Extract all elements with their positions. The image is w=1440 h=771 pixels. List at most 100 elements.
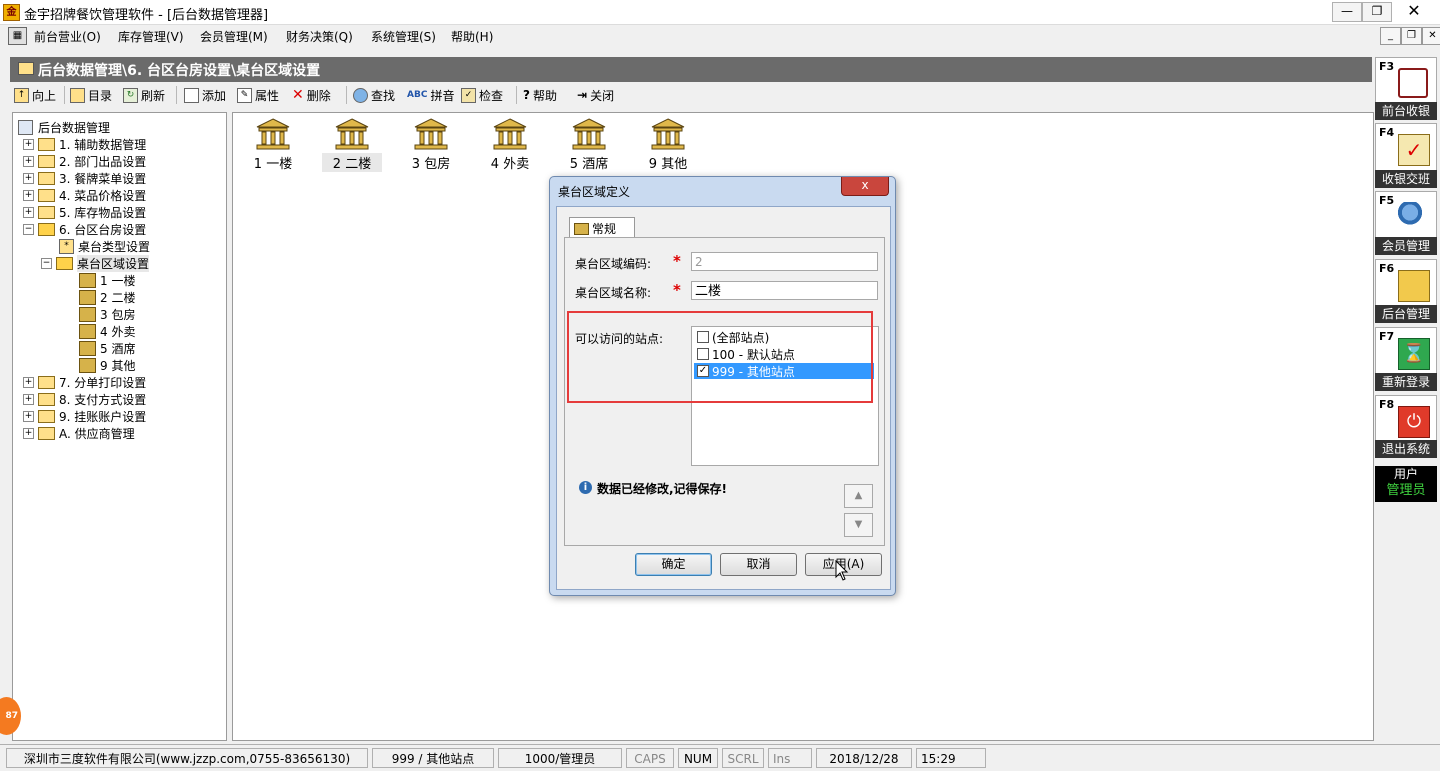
tree-zone-1[interactable]: 1 一楼 — [79, 272, 135, 288]
restore-icon: ❐ — [1407, 30, 1416, 41]
f4-shift-button[interactable]: F4 ✓ — [1375, 123, 1437, 171]
bank-icon — [79, 323, 96, 339]
spellcheck-icon: ABC — [407, 90, 428, 100]
close-icon: x — [861, 178, 869, 192]
tree-item-suppliers[interactable]: + A. 供应商管理 — [23, 425, 135, 441]
zone-item-9[interactable]: 9 其他 — [638, 118, 698, 173]
f7-relogin-button[interactable]: F7 ⌛ — [1375, 327, 1437, 375]
delete-button[interactable]: ✕ 删除 — [292, 86, 331, 104]
help-button[interactable]: ? 帮助 — [523, 86, 557, 104]
restore-button[interactable]: ❐ — [1362, 2, 1392, 22]
expand-icon: + — [23, 172, 34, 184]
zone-label: 9 其他 — [648, 157, 688, 172]
zone-item-4[interactable]: 4 外卖 — [480, 118, 540, 173]
f8-exit-button[interactable]: F8 ⏻ — [1375, 395, 1437, 443]
close-page-button[interactable]: ⇥ 关闭 — [577, 86, 614, 104]
cancel-button[interactable]: 取消 — [720, 553, 797, 576]
tree-item-menu[interactable]: +3. 餐牌菜单设置 — [23, 170, 146, 186]
status-company: 深圳市三度软件有限公司(www.jzzp.com,0755-83656130) — [6, 748, 368, 768]
up-button[interactable]: ↑ 向上 — [14, 86, 56, 104]
tree-zone-9[interactable]: 9 其他 — [79, 357, 135, 373]
bank-icon — [414, 118, 448, 150]
tree-zone-5[interactable]: 5 酒席 — [79, 340, 135, 356]
user-label: 用户 — [1393, 467, 1418, 481]
bank-icon — [256, 118, 290, 150]
key-label: F7 — [1379, 330, 1395, 343]
catalog-button[interactable]: 目录 — [70, 86, 112, 104]
zone-label: 3 包房 — [411, 157, 451, 172]
menu-finance[interactable]: 财务决策(Q) — [286, 28, 353, 45]
menu-help[interactable]: 帮助(H) — [451, 28, 493, 45]
tree-zone-4[interactable]: 4 外卖 — [79, 323, 135, 339]
dialog-close-button[interactable]: x — [841, 177, 889, 196]
tree-zone-3[interactable]: 3 包房 — [79, 306, 135, 322]
bank-icon — [572, 118, 606, 150]
tree-item-print[interactable]: +7. 分单打印设置 — [23, 374, 146, 390]
find-icon — [353, 87, 368, 103]
tree-item-stock[interactable]: +5. 库存物品设置 — [23, 204, 146, 220]
folder-icon — [38, 392, 55, 406]
bank-icon — [651, 118, 685, 150]
tree-label: 5 酒席 — [100, 341, 136, 356]
check-button[interactable]: ✓ 检查 — [461, 86, 503, 104]
tree-item-accounts[interactable]: +9. 挂账账户设置 — [23, 408, 146, 424]
f6-backoffice-button[interactable]: F6 — [1375, 259, 1437, 307]
new-document-icon — [184, 87, 199, 103]
tree-item-payment[interactable]: +8. 支付方式设置 — [23, 391, 146, 407]
move-down-button[interactable]: ▼ — [844, 513, 873, 537]
f5-members-button[interactable]: F5 — [1375, 191, 1437, 239]
add-button[interactable]: 添加 — [184, 86, 226, 104]
tree-item-department[interactable]: +2. 部门出品设置 — [23, 153, 146, 169]
tree-label: 后台数据管理 — [38, 120, 111, 135]
tree-item-tables[interactable]: − 6. 台区台房设置 — [23, 221, 146, 237]
tab-general[interactable]: 常规 — [569, 217, 635, 239]
zone-item-2[interactable]: 2 二楼 — [322, 118, 382, 173]
f7-label: 重新登录 — [1375, 373, 1437, 391]
move-up-button[interactable]: ▲ — [844, 484, 873, 508]
tree-item-prices[interactable]: +4. 菜品价格设置 — [23, 187, 146, 203]
zone-code-field[interactable]: 2 — [691, 252, 878, 271]
tree-label: A. 供应商管理 — [59, 426, 135, 441]
tree-zone-2[interactable]: 2 二楼 — [79, 289, 135, 305]
menu-members[interactable]: 会员管理(M) — [200, 28, 268, 45]
expand-icon: + — [23, 427, 34, 439]
menu-front-office[interactable]: 前台营业(O) — [34, 28, 101, 45]
f3-cashier-button[interactable]: F3 — [1375, 57, 1437, 105]
tree-item-table-zones[interactable]: − 桌台区域设置 — [41, 254, 150, 272]
folder-icon — [38, 154, 55, 168]
close-icon: ✕ — [1407, 1, 1421, 20]
close-button[interactable]: ✕ — [1400, 2, 1428, 20]
tree-item-table-types[interactable]: * 桌台类型设置 — [59, 238, 150, 254]
bank-icon — [79, 289, 96, 305]
bank-icon — [79, 306, 96, 322]
tree-item-aux-data[interactable]: +1. 辅助数据管理 — [23, 136, 146, 152]
minimize-button[interactable]: — — [1332, 2, 1362, 22]
tree-label: 8. 支付方式设置 — [59, 392, 147, 407]
zone-item-3[interactable]: 3 包房 — [401, 118, 461, 173]
system-menu-icon[interactable]: ▦ — [8, 27, 27, 45]
properties-button[interactable]: ✎ 属性 — [237, 86, 279, 104]
status-time: 15:29 — [916, 748, 986, 768]
tree-root[interactable]: 后台数据管理 — [18, 119, 110, 135]
folder-icon — [18, 62, 34, 75]
required-asterisk: * — [673, 252, 681, 270]
find-button[interactable]: 查找 — [353, 86, 395, 104]
mdi-minimize-button[interactable]: _ — [1380, 27, 1401, 45]
pinyin-button[interactable]: ABC 拼音 — [407, 86, 454, 104]
zone-item-1[interactable]: 1 一楼 — [243, 118, 303, 173]
ok-button[interactable]: 确定 — [635, 553, 712, 576]
tree-label: 3 包房 — [100, 307, 136, 322]
status-site: 999 / 其他站点 — [372, 748, 494, 768]
mouse-cursor-icon — [835, 560, 849, 581]
help-icon: ? — [523, 88, 530, 102]
function-key-panel: F3 前台收银 F4 ✓ 收银交班 F5 会员管理 F6 后台管理 F7 ⌛ 重新登… — [1372, 50, 1440, 520]
menu-system[interactable]: 系统管理(S) — [371, 28, 436, 45]
zone-item-5[interactable]: 5 酒席 — [559, 118, 619, 173]
mdi-restore-button[interactable]: ❐ — [1401, 27, 1422, 45]
check-label: 检查 — [479, 88, 504, 103]
tree-label: 1 一楼 — [100, 273, 136, 288]
mdi-close-button[interactable]: ✕ — [1422, 27, 1440, 45]
menu-inventory[interactable]: 库存管理(V) — [118, 28, 184, 45]
zone-name-field[interactable]: 二楼 — [691, 281, 878, 300]
refresh-button[interactable]: ↻ 刷新 — [123, 86, 165, 104]
